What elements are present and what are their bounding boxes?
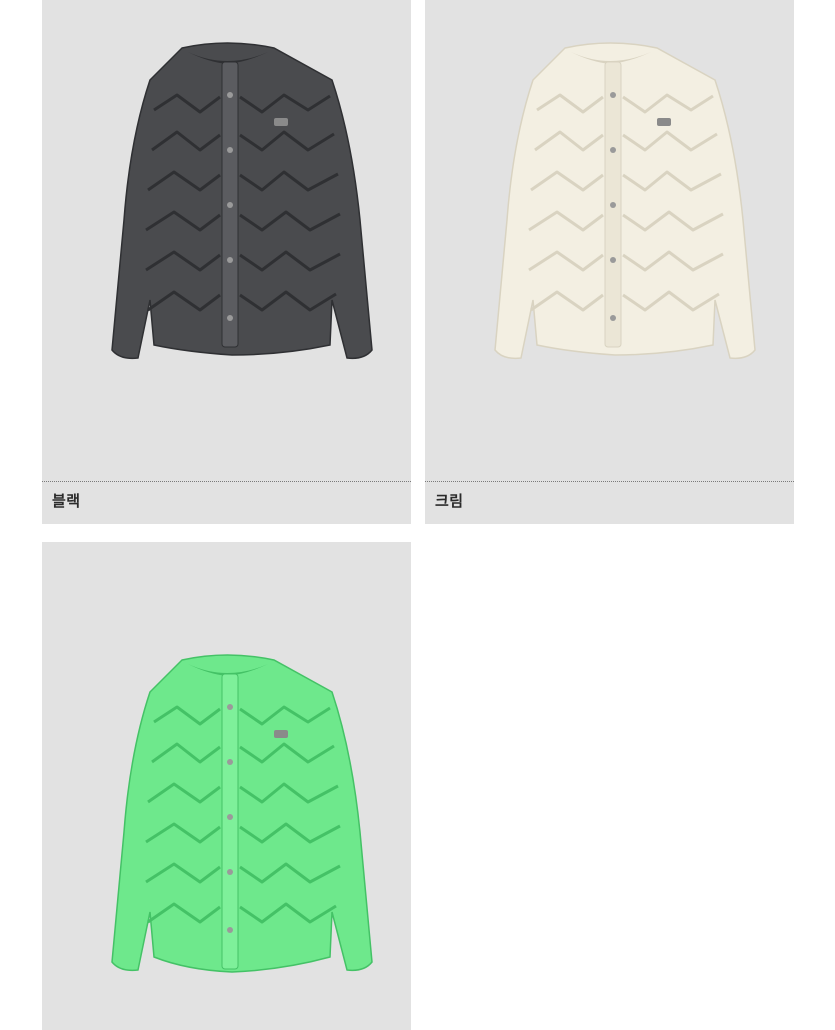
jacket-image-green	[111, 654, 373, 973]
color-label-black[interactable]: 블랙	[52, 490, 81, 511]
product-card-green[interactable]	[42, 542, 411, 1030]
caption-divider	[425, 481, 794, 482]
jacket-image-black	[111, 42, 373, 360]
product-photo-black[interactable]	[42, 0, 411, 481]
product-photo-cream[interactable]	[425, 0, 794, 481]
product-photo-green[interactable]	[42, 542, 411, 1030]
caption-divider	[42, 481, 411, 482]
product-card-black[interactable]: 블랙	[42, 0, 411, 524]
product-color-gallery: 블랙 크림	[0, 0, 835, 1030]
color-label-cream[interactable]: 크림	[435, 490, 464, 511]
jacket-image-cream	[494, 42, 756, 360]
product-card-cream[interactable]: 크림	[425, 0, 794, 524]
